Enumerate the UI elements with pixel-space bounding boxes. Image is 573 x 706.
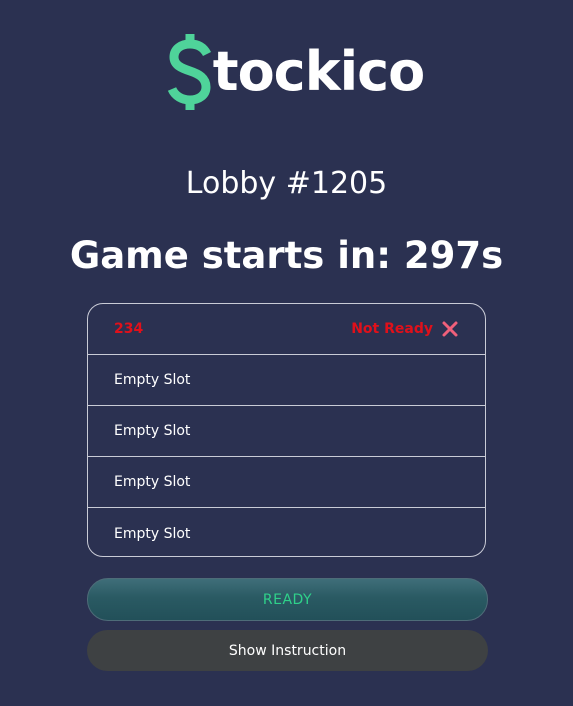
logo: tockico bbox=[0, 32, 573, 112]
empty-slot: Empty Slot bbox=[88, 355, 485, 406]
player-slot: 234 Not Ready bbox=[88, 304, 485, 355]
player-name: 234 bbox=[114, 321, 144, 337]
slot-label: Empty Slot bbox=[114, 474, 191, 490]
empty-slot: Empty Slot bbox=[88, 406, 485, 457]
countdown-timer: Game starts in: 297s bbox=[69, 234, 504, 277]
slot-label: Empty Slot bbox=[114, 372, 191, 388]
dollar-logo-icon bbox=[167, 34, 211, 110]
logo-text: tockico bbox=[212, 40, 425, 103]
empty-slot: Empty Slot bbox=[88, 457, 485, 508]
slot-label: Empty Slot bbox=[114, 423, 191, 439]
slot-label: Empty Slot bbox=[114, 525, 191, 542]
ready-button[interactable]: READY bbox=[87, 578, 488, 621]
not-ready-status: Not Ready bbox=[351, 320, 459, 338]
close-icon[interactable] bbox=[441, 320, 459, 338]
status-label: Not Ready bbox=[351, 321, 433, 337]
player-slots-list: 234 Not Ready Empty Slot Empty Slot Empt… bbox=[87, 303, 486, 557]
empty-slot: Empty Slot bbox=[88, 508, 485, 556]
show-instruction-button[interactable]: Show Instruction bbox=[87, 630, 488, 671]
lobby-title: Lobby #1205 bbox=[185, 166, 388, 201]
